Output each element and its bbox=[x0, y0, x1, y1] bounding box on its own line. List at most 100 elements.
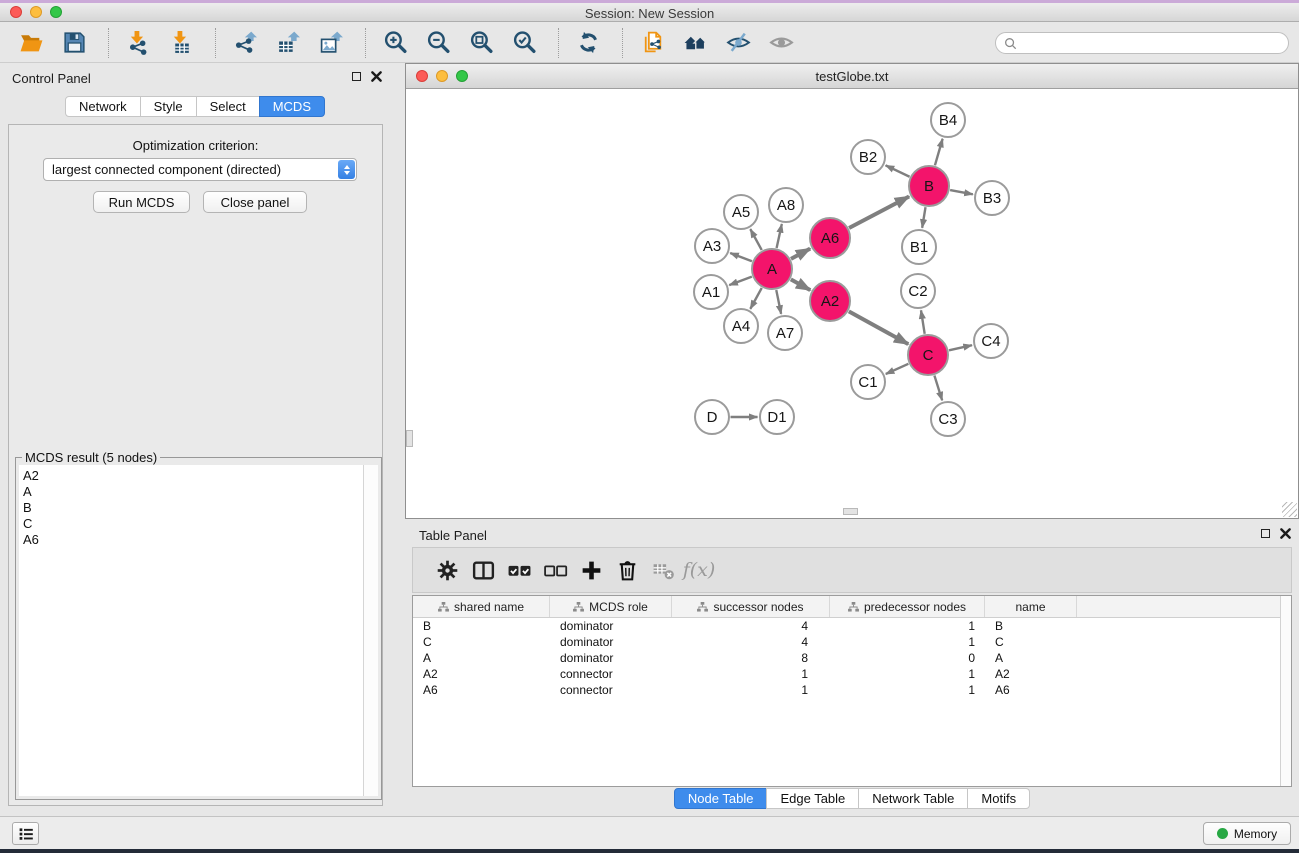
graph-node-C[interactable]: C bbox=[908, 335, 948, 375]
table-row[interactable]: A2connector11A2 bbox=[413, 666, 1291, 682]
graph-node-A3[interactable]: A3 bbox=[695, 229, 729, 263]
graph-edge-C-C2[interactable] bbox=[921, 310, 925, 333]
cell-MCDS-role[interactable]: dominator bbox=[550, 650, 672, 666]
graph-node-D1[interactable]: D1 bbox=[760, 400, 794, 434]
export-image-button[interactable] bbox=[312, 26, 350, 60]
cell-predecessor-nodes[interactable]: 0 bbox=[830, 650, 985, 666]
cell-name[interactable]: A2 bbox=[985, 666, 1077, 682]
zoom-in-button[interactable] bbox=[376, 26, 414, 60]
cell-predecessor-nodes[interactable]: 1 bbox=[830, 634, 985, 650]
run-mcds-button[interactable]: Run MCDS bbox=[93, 191, 190, 213]
graph-edge-C-C1[interactable] bbox=[886, 364, 909, 374]
graph-node-B4[interactable]: B4 bbox=[931, 103, 965, 137]
tab-style[interactable]: Style bbox=[140, 96, 197, 117]
cell-shared-name[interactable]: A2 bbox=[413, 666, 550, 682]
graph-edge-A-A6[interactable] bbox=[791, 249, 810, 259]
cell-predecessor-nodes[interactable]: 1 bbox=[830, 666, 985, 682]
search-field[interactable] bbox=[995, 32, 1289, 54]
hide-details-button[interactable] bbox=[719, 26, 757, 60]
cell-predecessor-nodes[interactable]: 1 bbox=[830, 682, 985, 698]
graph-edge-A2-C[interactable] bbox=[849, 311, 908, 344]
graph-edge-C-C3[interactable] bbox=[934, 376, 942, 401]
zoom-fit-button[interactable] bbox=[462, 26, 500, 60]
graph-node-A1[interactable]: A1 bbox=[694, 275, 728, 309]
graph-edge-A-A7[interactable] bbox=[776, 290, 781, 314]
graph-edge-A-A2[interactable] bbox=[791, 279, 810, 290]
column-header-predecessor-nodes[interactable]: predecessor nodes bbox=[830, 596, 985, 617]
tab-mcds[interactable]: MCDS bbox=[259, 96, 325, 117]
graph-node-B[interactable]: B bbox=[909, 166, 949, 206]
cell-predecessor-nodes[interactable]: 1 bbox=[830, 618, 985, 634]
graph-edge-A-A1[interactable] bbox=[729, 277, 752, 286]
graph-node-A6[interactable]: A6 bbox=[810, 218, 850, 258]
export-network-button[interactable] bbox=[226, 26, 264, 60]
column-header-MCDS-role[interactable]: MCDS role bbox=[550, 596, 672, 617]
deselect-all-button[interactable] bbox=[537, 552, 573, 588]
result-item[interactable]: A6 bbox=[23, 532, 363, 548]
graph-edge-B-B1[interactable] bbox=[922, 207, 925, 228]
graph-node-C1[interactable]: C1 bbox=[851, 365, 885, 399]
graph-node-A4[interactable]: A4 bbox=[724, 309, 758, 343]
cell-name[interactable]: C bbox=[985, 634, 1077, 650]
vertical-scrollbar-stub[interactable] bbox=[406, 430, 413, 447]
cell-successor-nodes[interactable]: 1 bbox=[672, 682, 830, 698]
cell-shared-name[interactable]: A bbox=[413, 650, 550, 666]
graph-edge-A-A3[interactable] bbox=[730, 253, 752, 261]
close-panel-icon[interactable] bbox=[371, 71, 382, 82]
graph-edge-B-B4[interactable] bbox=[935, 139, 943, 166]
import-network-button[interactable] bbox=[119, 26, 157, 60]
cell-shared-name[interactable]: B bbox=[413, 618, 550, 634]
graph-edge-C-C4[interactable] bbox=[949, 345, 972, 350]
graph-edge-B-B2[interactable] bbox=[886, 165, 910, 176]
column-header-shared-name[interactable]: shared name bbox=[413, 596, 550, 617]
cell-successor-nodes[interactable]: 8 bbox=[672, 650, 830, 666]
graph-node-A2[interactable]: A2 bbox=[810, 281, 850, 321]
result-item[interactable]: B bbox=[23, 500, 363, 516]
network-window-titlebar[interactable]: testGlobe.txt bbox=[406, 64, 1298, 89]
graph-node-A[interactable]: A bbox=[752, 249, 792, 289]
graph-node-D[interactable]: D bbox=[695, 400, 729, 434]
close-table-panel-icon[interactable] bbox=[1280, 528, 1291, 539]
zoom-out-button[interactable] bbox=[419, 26, 457, 60]
cell-name[interactable]: B bbox=[985, 618, 1077, 634]
cell-shared-name[interactable]: A6 bbox=[413, 682, 550, 698]
tab-network[interactable]: Network bbox=[65, 96, 141, 117]
cell-MCDS-role[interactable]: dominator bbox=[550, 618, 672, 634]
cell-shared-name[interactable]: C bbox=[413, 634, 550, 650]
cell-MCDS-role[interactable]: connector bbox=[550, 666, 672, 682]
table-scrollbar[interactable] bbox=[1280, 596, 1291, 786]
float-panel-icon[interactable] bbox=[352, 72, 361, 81]
graph-node-A7[interactable]: A7 bbox=[768, 316, 802, 350]
table-row[interactable]: Bdominator41B bbox=[413, 618, 1291, 634]
graph-edge-A6-B[interactable] bbox=[849, 196, 909, 228]
cell-name[interactable]: A6 bbox=[985, 682, 1077, 698]
table-row[interactable]: Cdominator41C bbox=[413, 634, 1291, 650]
cell-name[interactable]: A bbox=[985, 650, 1077, 666]
close-panel-button[interactable]: Close panel bbox=[203, 191, 307, 213]
result-scrollbar[interactable] bbox=[364, 465, 378, 796]
column-header-successor-nodes[interactable]: successor nodes bbox=[672, 596, 830, 617]
graph-edge-A-A8[interactable] bbox=[777, 224, 782, 248]
new-network-from-selection-button[interactable] bbox=[633, 26, 671, 60]
graph-edge-A-A5[interactable] bbox=[750, 229, 761, 250]
optimization-criterion-select[interactable]: largest connected component (directed) bbox=[43, 158, 357, 181]
select-all-button[interactable] bbox=[501, 552, 537, 588]
graph-node-A5[interactable]: A5 bbox=[724, 195, 758, 229]
show-details-button[interactable] bbox=[762, 26, 800, 60]
zoom-selected-button[interactable] bbox=[505, 26, 543, 60]
mcds-result-list[interactable]: A2ABCA6 bbox=[19, 465, 364, 796]
cell-successor-nodes[interactable]: 4 bbox=[672, 634, 830, 650]
result-item[interactable]: A2 bbox=[23, 468, 363, 484]
cell-MCDS-role[interactable]: dominator bbox=[550, 634, 672, 650]
tab-edge-table[interactable]: Edge Table bbox=[766, 788, 859, 809]
network-canvas[interactable]: B4B2BB3A5A8A6A3B1AA1C2A2A4A7C4CC1C3DD1 bbox=[406, 89, 1298, 518]
result-item[interactable]: A bbox=[23, 484, 363, 500]
column-view-button[interactable] bbox=[465, 552, 501, 588]
task-history-button[interactable] bbox=[12, 822, 39, 845]
table-settings-button[interactable] bbox=[429, 552, 465, 588]
cell-MCDS-role[interactable]: connector bbox=[550, 682, 672, 698]
tab-node-table[interactable]: Node Table bbox=[674, 788, 768, 809]
column-header-name[interactable]: name bbox=[985, 596, 1077, 617]
graph-node-C3[interactable]: C3 bbox=[931, 402, 965, 436]
table-row[interactable]: A6connector11A6 bbox=[413, 682, 1291, 698]
